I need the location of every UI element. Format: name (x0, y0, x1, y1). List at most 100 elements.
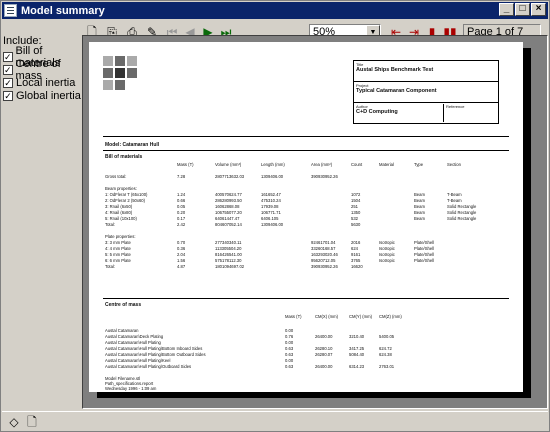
com-cell: 0.63 (285, 346, 294, 351)
bom-cell: 106771.71 (261, 210, 281, 215)
reference-label: Reference (446, 104, 465, 109)
com-column-header: Mass (T) (285, 314, 302, 319)
checkbox[interactable]: ✓ (3, 90, 13, 101)
bom-cell: Beam (414, 192, 425, 197)
com-cell: 3210.40 (349, 334, 365, 339)
bom-gross-cell: 390930952.26 (311, 174, 338, 179)
option-label: Global inertia (16, 89, 81, 102)
bom-cell: 1350 (351, 210, 361, 215)
bom-cell: 2016 (351, 240, 361, 245)
option-global-inertia[interactable]: ✓ Global inertia (3, 89, 83, 102)
bom-cell: 575178112.30 (215, 258, 242, 263)
com-cell: 0.76 (285, 334, 294, 339)
company-logo (103, 56, 137, 90)
bom-cell: 1801094697.02 (215, 264, 245, 269)
bom-cell: 2.04 (177, 252, 186, 257)
com-cell: 3417.25 (349, 346, 365, 351)
bom-cell: Isotropic (379, 246, 395, 251)
com-cell: Austal Catamaran\Hull Plating\Bottom Inb… (105, 346, 203, 351)
divider (103, 298, 509, 299)
com-cell: Austal Catamaran\Hull Plating (105, 340, 161, 345)
print-preview-area[interactable]: Title Austal Ships Benchmark Test Project… (82, 35, 548, 409)
page-icon[interactable]: 🗋 (24, 414, 40, 430)
bom-cell: T-Beam (447, 198, 462, 203)
checkbox[interactable]: ✓ (3, 51, 13, 62)
bom-column-header: Material (379, 162, 394, 167)
bom-column-header: Volume (mm³) (215, 162, 242, 167)
com-cell: 26280.10 (315, 346, 333, 351)
bom-cell: 5: Rnail (10x100) (105, 216, 137, 221)
include-panel: Include: ✓ Bill of materials ✓ Centre of m… (3, 35, 83, 102)
com-cell: 6314.23 (349, 364, 365, 369)
com-heading: Centre of mass (105, 302, 142, 308)
com-cell: 0.63 (285, 364, 294, 369)
bom-cell: Solid Rectangle (447, 216, 477, 221)
bom-column-header: Length (mm) (261, 162, 285, 167)
bom-cell: 1504 (351, 198, 361, 203)
bom-cell: Isotropic (379, 252, 395, 257)
report-title: Austal Ships Benchmark Test (356, 67, 434, 73)
bom-cell: Beam (414, 210, 425, 215)
bom-heading: Bill of materials (105, 154, 143, 160)
com-cell: Austal Catamaran\Deck Plating (105, 334, 164, 339)
bom-cell: 2: OdFlerar 2 (50x60) (105, 198, 146, 203)
close-button[interactable]: × (531, 3, 546, 16)
com-cell: 5400.05 (379, 334, 395, 339)
checkbox[interactable]: ✓ (3, 77, 13, 88)
beam-label: Beam properties: (105, 186, 137, 191)
bom-cell: Plate/Shell (414, 240, 435, 245)
bom-cell: 3: 3 mm Plate (105, 240, 131, 245)
bom-column-header: Section (447, 162, 461, 167)
bom-cell: 113305504.20 (215, 246, 242, 251)
bom-gross-cell: Gross total: (105, 174, 127, 179)
bom-cell: 804607052.14 (215, 222, 242, 227)
com-cell: 0.00 (285, 358, 294, 363)
bom-cell: 1: OdFlerar T (65x100) (105, 192, 148, 197)
com-cell: 26280.07 (315, 352, 333, 357)
bom-cell: 4: 4 mm Plate (105, 246, 131, 251)
com-cell: 26400.00 (315, 334, 333, 339)
bom-cell: 3: Rnail (6x50) (105, 204, 133, 209)
bom-cell: 163293020.46 (311, 252, 338, 257)
window-title: Model summary (21, 4, 105, 17)
bom-cell: 2.42 (177, 222, 186, 227)
bom-cell: 0.05 (177, 204, 186, 209)
bom-cell: 95620712.05 (311, 258, 336, 263)
option-label: Local inertia (16, 76, 76, 89)
checkbox[interactable]: ✓ (3, 64, 13, 75)
bom-cell: 1309406.00 (261, 222, 284, 227)
com-cell: 0.00 (285, 340, 294, 345)
bom-cell: Beam (414, 204, 425, 209)
bom-cell: Plate/Shell (414, 252, 435, 257)
bom-cell: 16620 (351, 264, 363, 269)
com-cell: 0.63 (285, 352, 294, 357)
bom-cell: 0.17 (177, 216, 186, 221)
bom-cell: 475310.24 (261, 198, 281, 203)
bom-cell: 624 (351, 246, 358, 251)
report-project: Typical Catamaran Component (356, 88, 437, 94)
com-column-header: CM(X) (mm) (315, 314, 339, 319)
bom-cell: 9161 (351, 252, 361, 257)
bom-cell: 532 (351, 216, 358, 221)
report-header-box: Title Austal Ships Benchmark Test Project… (353, 60, 499, 124)
bom-cell: Plate/Shell (414, 258, 435, 263)
bom-cell: 816426541.00 (215, 252, 242, 257)
bom-cell: 16062868.08 (215, 204, 240, 209)
bom-cell: T-Beam (447, 192, 462, 197)
bom-cell: 6: 6 mm Plate (105, 258, 131, 263)
maximize-button[interactable]: □ (515, 3, 530, 16)
bom-cell: 251 (351, 204, 358, 209)
footer-line: Wednesday 1996 - 1:09 am (105, 386, 157, 391)
minimize-button[interactable]: _ (499, 3, 514, 16)
bom-cell: Total: (105, 222, 116, 227)
bom-cell: Solid Rectangle (447, 204, 477, 209)
com-cell: 624.38 (379, 352, 392, 357)
bom-cell: Beam (414, 198, 425, 203)
bom-cell: Solid Rectangle (447, 210, 477, 215)
bom-cell: Total: (105, 264, 116, 269)
layer-icon[interactable]: ◇ (6, 414, 22, 430)
model-line: Model: Catamaran Hull (105, 142, 160, 148)
option-centre-of-mass[interactable]: ✓ Centre of mass (3, 58, 83, 82)
bom-cell: 6406.105 (261, 216, 279, 221)
status-bar: ◇ 🗋 (2, 411, 548, 431)
